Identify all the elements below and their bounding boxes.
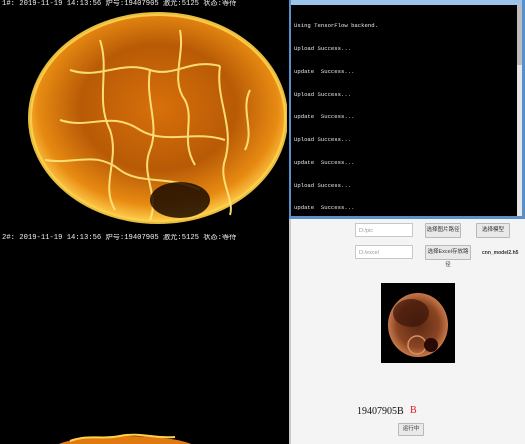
select-model-button[interactable]: 选择模型 bbox=[476, 223, 510, 238]
app-form: D:/pic 选择图片路径 选择模型 D:/excel 选择Excel存放路径 … bbox=[289, 219, 525, 444]
model-name-label: cnn_model2.h5 bbox=[482, 250, 519, 256]
camera-2-header: 2#: 2019-11-19 14:13:56 炉号:19407905 激光:5… bbox=[2, 234, 237, 242]
camera-view-1: 1#: 2019-11-19 14:13:56 炉号:19407905 激光:5… bbox=[0, 0, 287, 232]
console-line: update Success... bbox=[294, 113, 355, 121]
console-scroll-thumb[interactable] bbox=[517, 5, 522, 65]
excel-path-input[interactable]: D:/excel bbox=[355, 245, 413, 259]
console-line: Upload Success... bbox=[294, 90, 352, 98]
camera-1-image bbox=[0, 0, 287, 232]
camera-2-image bbox=[0, 234, 287, 444]
console-line: Upload Success... bbox=[294, 181, 352, 189]
preview-image bbox=[381, 283, 455, 363]
select-image-path-button[interactable]: 选择图片路径 bbox=[425, 223, 461, 238]
console-log: Using TensorFlow backend. Upload Success… bbox=[291, 5, 522, 229]
run-button[interactable]: 运行中 bbox=[398, 423, 424, 436]
camera-1-header: 1#: 2019-11-19 14:13:56 炉号:19407905 激光:5… bbox=[2, 0, 237, 8]
image-path-input[interactable]: D:/pic bbox=[355, 223, 413, 237]
console-line: Using TensorFlow backend. bbox=[294, 22, 378, 30]
result-id: 19407905B bbox=[357, 406, 404, 417]
console-line: Upload Success... bbox=[294, 44, 352, 52]
console-line: update Success... bbox=[294, 67, 355, 75]
console-line: update Success... bbox=[294, 204, 355, 212]
camera-view-2: 2#: 2019-11-19 14:13:56 炉号:19407905 激光:5… bbox=[0, 234, 287, 444]
select-excel-path-button[interactable]: 选择Excel存放路径 bbox=[425, 245, 471, 268]
result-grade: B bbox=[410, 405, 417, 416]
preview-picture bbox=[381, 283, 455, 363]
console-line: update Success... bbox=[294, 158, 355, 166]
console-line: Upload Success... bbox=[294, 136, 352, 144]
console-window: Using TensorFlow backend. Upload Success… bbox=[289, 0, 525, 219]
